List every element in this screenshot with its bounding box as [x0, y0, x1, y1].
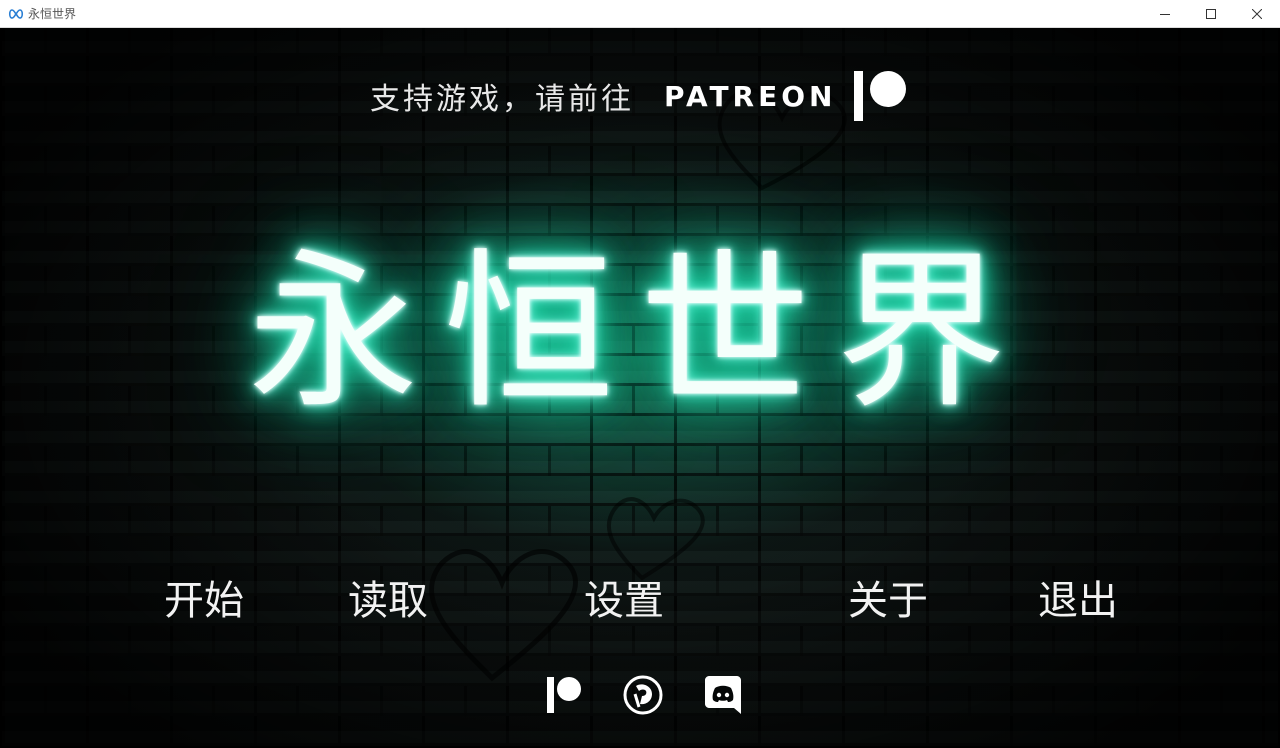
game-title: 永恒世界: [247, 234, 1032, 432]
patreon-support-banner[interactable]: 支持游戏，请前往 PATREON: [370, 71, 910, 121]
discord-link-button[interactable]: [700, 672, 746, 718]
renpy-icon: [623, 675, 663, 715]
patreon-icon: [547, 677, 581, 713]
main-menu: 开始 读取 设置 关于 退出: [2, 568, 1278, 628]
patreon-icon: [854, 71, 910, 121]
window-titlebar: 永恒世界: [0, 0, 1280, 28]
minimize-icon: [1160, 14, 1170, 15]
maximize-button[interactable]: [1188, 0, 1234, 28]
patreon-link-button[interactable]: [542, 672, 588, 718]
menu-quit-button[interactable]: 退出: [1038, 568, 1118, 626]
discord-icon: [705, 676, 741, 714]
maximize-icon: [1206, 9, 1216, 19]
renpy-link-button[interactable]: [620, 672, 666, 718]
menu-settings-button[interactable]: 设置: [584, 568, 664, 626]
window-title: 永恒世界: [28, 7, 77, 21]
close-button[interactable]: [1234, 0, 1280, 28]
minimize-button[interactable]: [1142, 0, 1188, 28]
infinity-icon: [8, 6, 24, 22]
menu-start-button[interactable]: 开始: [164, 568, 244, 626]
menu-load-button[interactable]: 读取: [348, 568, 428, 626]
menu-about-button[interactable]: 关于: [848, 568, 928, 626]
patreon-wordmark: PATREON: [664, 79, 837, 113]
close-icon: [1252, 9, 1262, 19]
support-text: 支持游戏，请前往: [370, 82, 634, 117]
window-controls: [1142, 0, 1280, 28]
game-main-menu: 支持游戏，请前往 PATREON 永恒世界 开始 读取 设置 关于 退出: [2, 28, 1278, 746]
social-links: [542, 672, 742, 718]
